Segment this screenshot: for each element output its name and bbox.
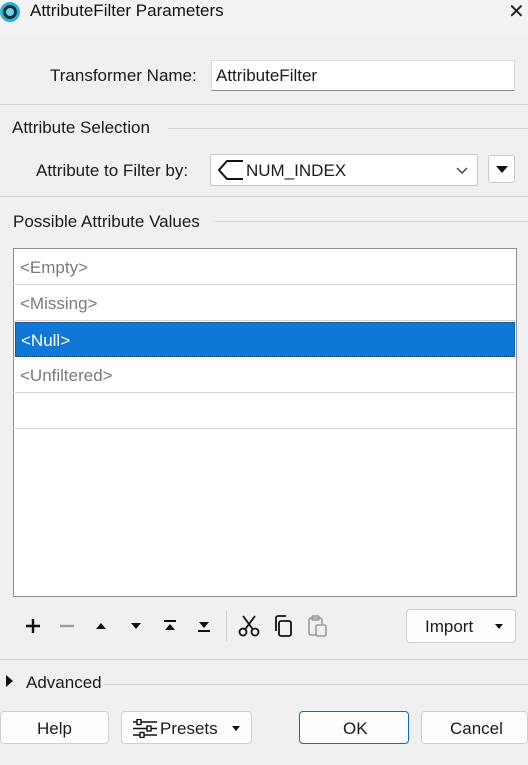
window-title: AttributeFilter Parameters bbox=[30, 1, 224, 20]
add-icon[interactable] bbox=[21, 614, 45, 638]
possible-values-heading: Possible Attribute Values bbox=[13, 212, 200, 231]
menu-arrow-icon bbox=[496, 166, 508, 173]
dropdown-arrow-icon bbox=[495, 624, 503, 629]
section-divider bbox=[0, 196, 528, 197]
dropdown-arrow-icon bbox=[232, 726, 240, 731]
help-button[interactable]: Help bbox=[0, 711, 109, 744]
move-up-icon[interactable] bbox=[89, 614, 113, 638]
attribute-tag-icon bbox=[217, 160, 243, 180]
cut-icon[interactable] bbox=[237, 614, 261, 638]
section-divider bbox=[168, 128, 528, 129]
list-item[interactable]: <Empty> bbox=[15, 250, 515, 285]
copy-icon[interactable] bbox=[271, 614, 295, 638]
transformer-name-value: AttributeFilter bbox=[216, 66, 318, 85]
app-icon bbox=[0, 2, 20, 22]
attribute-menu-button[interactable] bbox=[488, 155, 515, 183]
values-list[interactable]: <Empty> <Missing> <Null> <Unfiltered> bbox=[13, 248, 517, 597]
toolbar-separator bbox=[226, 611, 227, 641]
advanced-section-toggle[interactable]: Advanced bbox=[26, 673, 102, 693]
section-divider bbox=[0, 659, 528, 660]
move-down-icon[interactable] bbox=[124, 614, 148, 638]
sliders-icon bbox=[133, 719, 157, 738]
section-divider bbox=[0, 104, 528, 105]
list-item-selected[interactable]: <Null> bbox=[15, 322, 515, 357]
expand-arrow-icon[interactable] bbox=[5, 674, 15, 688]
list-item[interactable]: <Missing> bbox=[15, 286, 515, 321]
section-divider bbox=[215, 221, 528, 222]
attribute-selection-heading: Attribute Selection bbox=[12, 118, 150, 137]
cancel-button[interactable]: Cancel bbox=[421, 711, 528, 744]
list-item[interactable]: <Unfiltered> bbox=[15, 358, 515, 393]
attribute-filter-label: Attribute to Filter by: bbox=[36, 161, 189, 180]
close-icon[interactable]: ✕ bbox=[508, 0, 525, 24]
chevron-down-icon bbox=[456, 167, 468, 175]
import-button[interactable]: Import bbox=[406, 609, 516, 643]
remove-icon[interactable] bbox=[55, 614, 79, 638]
attribute-filter-value: NUM_INDEX bbox=[246, 161, 347, 180]
attribute-filter-select[interactable]: NUM_INDEX bbox=[210, 154, 478, 186]
section-divider bbox=[104, 684, 528, 685]
move-bottom-icon[interactable] bbox=[192, 614, 216, 638]
title-bar: AttributeFilter Parameters ✕ bbox=[0, 0, 528, 27]
transformer-name-input[interactable]: AttributeFilter bbox=[211, 60, 515, 91]
presets-button[interactable]: Presets bbox=[121, 711, 252, 744]
move-top-icon[interactable] bbox=[158, 614, 182, 638]
ok-button[interactable]: OK bbox=[299, 711, 409, 744]
list-item[interactable] bbox=[15, 394, 515, 429]
transformer-name-label: Transformer Name: bbox=[50, 66, 197, 85]
paste-icon[interactable] bbox=[305, 614, 329, 638]
